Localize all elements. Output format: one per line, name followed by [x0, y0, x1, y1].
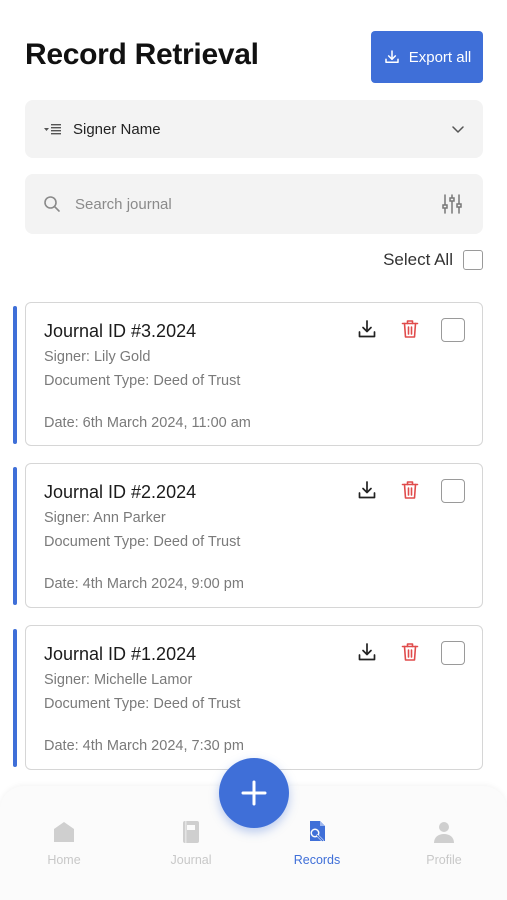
nav-profile-label: Profile — [426, 853, 462, 867]
select-all-row: Select All — [383, 250, 483, 270]
select-all-label: Select All — [383, 250, 453, 269]
document-type-text: Document Type: Deed of Trust — [44, 373, 241, 389]
card-accent-bar — [13, 467, 17, 605]
trash-icon[interactable] — [401, 642, 419, 662]
search-icon — [44, 196, 60, 212]
search-bar — [25, 174, 483, 234]
export-all-button[interactable]: Export all — [371, 31, 483, 83]
nav-home[interactable]: Home — [19, 819, 109, 867]
home-icon — [54, 822, 74, 842]
card-accent-bar — [13, 629, 17, 767]
signer-text: Signer: Ann Parker — [44, 510, 166, 526]
date-text: Date: 4th March 2024, 9:00 pm — [44, 576, 244, 592]
trash-icon[interactable] — [401, 319, 419, 339]
record-checkbox[interactable] — [441, 641, 465, 665]
plus-icon — [241, 780, 267, 806]
search-input[interactable] — [73, 194, 407, 214]
nav-home-label: Home — [47, 853, 81, 867]
signer-text: Signer: Michelle Lamor — [44, 672, 193, 688]
signer-name-dropdown[interactable]: Signer Name — [25, 100, 483, 158]
document-type-text: Document Type: Deed of Trust — [44, 534, 241, 550]
journal-icon — [183, 821, 199, 843]
nav-journal[interactable]: Journal — [146, 819, 236, 867]
export-all-label: Export all — [408, 48, 472, 66]
record-card: Journal ID #2.2024 Signer: Ann Parker Do… — [13, 463, 483, 609]
nav-journal-label: Journal — [170, 853, 212, 867]
journal-id: Journal ID #2.2024 — [44, 482, 197, 502]
records-search-icon — [310, 821, 325, 842]
page-title: Record Retrieval — [25, 38, 259, 71]
journal-id: Journal ID #3.2024 — [44, 321, 197, 341]
download-icon[interactable] — [357, 319, 377, 339]
nav-records-label: Records — [293, 853, 341, 867]
nav-records[interactable]: Records — [272, 819, 362, 867]
journal-id: Journal ID #1.2024 — [44, 644, 197, 664]
record-card: Journal ID #3.2024 Signer: Lily Gold Doc… — [13, 302, 483, 448]
profile-icon — [434, 822, 454, 843]
nav-profile[interactable]: Profile — [399, 819, 489, 867]
date-text: Date: 4th March 2024, 7:30 pm — [44, 738, 244, 754]
signer-text: Signer: Lily Gold — [44, 349, 151, 365]
date-text: Date: 6th March 2024, 11:00 am — [44, 415, 251, 431]
trash-icon[interactable] — [401, 480, 419, 500]
record-card-body[interactable]: Journal ID #3.2024 Signer: Lily Gold Doc… — [25, 302, 483, 446]
record-card-body[interactable]: Journal ID #2.2024 Signer: Ann Parker Do… — [25, 463, 483, 608]
document-type-text: Document Type: Deed of Trust — [44, 696, 241, 712]
record-card-body[interactable]: Journal ID #1.2024 Signer: Michelle Lamo… — [25, 625, 483, 770]
card-accent-bar — [13, 306, 17, 444]
add-record-button[interactable] — [219, 758, 289, 828]
filter-sliders-icon[interactable] — [441, 193, 463, 215]
record-card: Journal ID #1.2024 Signer: Michelle Lamo… — [13, 625, 483, 771]
download-icon[interactable] — [357, 642, 377, 662]
download-icon[interactable] — [357, 480, 377, 500]
chevron-down-icon — [452, 126, 464, 133]
download-icon — [384, 50, 399, 63]
select-all-checkbox[interactable] — [463, 250, 483, 270]
filter-label: Signer Name — [73, 120, 161, 138]
record-checkbox[interactable] — [441, 479, 465, 503]
record-checkbox[interactable] — [441, 318, 465, 342]
sort-list-icon — [44, 124, 61, 135]
